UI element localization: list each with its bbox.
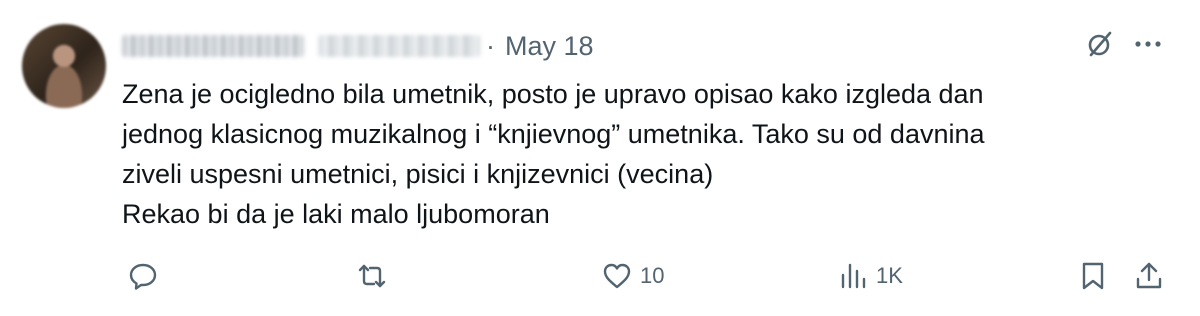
author-handle-blurred[interactable]	[318, 35, 480, 57]
views-icon	[838, 261, 868, 291]
tweet-header: · May 18	[122, 28, 594, 64]
heart-icon	[602, 261, 632, 291]
reply-icon	[128, 261, 158, 291]
view-count: 1K	[876, 263, 903, 288]
share-icon	[1134, 261, 1164, 291]
avatar[interactable]	[22, 24, 106, 108]
bookmark-icon	[1078, 261, 1108, 291]
tweet: · May 18 Zena je ocigledno bila umetnik,…	[0, 0, 1200, 316]
tweet-text-line: jednog klasicnog muzikalnog i “knjievnog…	[122, 119, 985, 149]
grok-icon[interactable]	[1080, 24, 1120, 64]
retweet-icon	[356, 261, 388, 291]
header-separator: ·	[486, 30, 495, 61]
more-icon[interactable]	[1128, 24, 1168, 64]
tweet-date[interactable]: May 18	[505, 31, 594, 62]
like-button[interactable]: 10	[602, 256, 664, 296]
like-count: 10	[640, 263, 665, 288]
bookmark-button[interactable]	[1078, 256, 1108, 296]
tweet-text: Zena je ocigledno bila umetnik, posto je…	[122, 74, 1162, 234]
share-button[interactable]	[1134, 256, 1164, 296]
tweet-text-line: ziveli uspesni umetnici, pisici i knjize…	[122, 159, 714, 189]
action-bar: 10 1K	[122, 256, 1182, 296]
reply-button[interactable]	[128, 256, 166, 296]
views-button[interactable]: 1K	[838, 256, 903, 296]
tweet-text-line: Rekao bi da je laki malo ljubomoran	[122, 199, 550, 229]
retweet-button[interactable]	[356, 256, 396, 296]
tweet-text-line: Zena je ocigledno bila umetnik, posto je…	[122, 79, 984, 109]
author-name-blurred[interactable]	[122, 35, 304, 57]
